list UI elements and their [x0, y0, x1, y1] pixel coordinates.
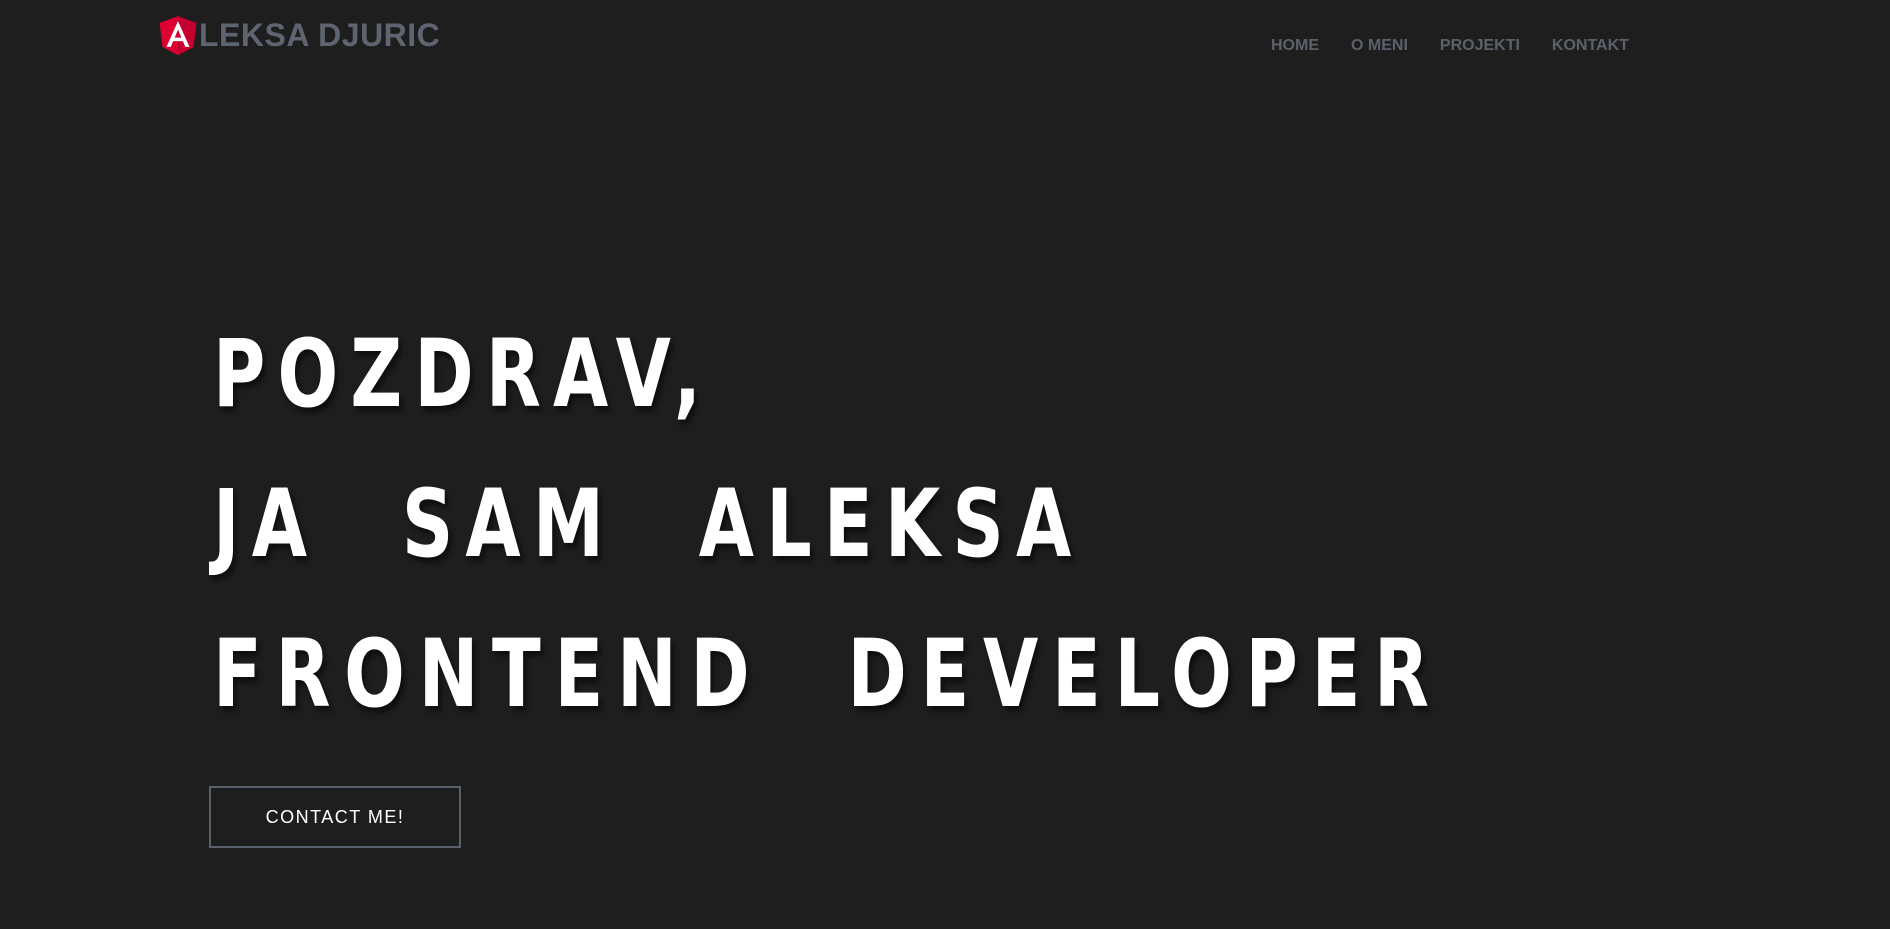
contact-me-button[interactable]: CONTACT ME!	[209, 786, 461, 848]
nav-kontakt[interactable]: KONTAKT	[1552, 35, 1629, 57]
hero-name-line: JA SAM ALEKSA	[213, 470, 1084, 579]
hero-greeting: POZDRAV,	[213, 320, 714, 429]
nav-projekti[interactable]: PROJEKTI	[1440, 35, 1520, 57]
nav-o-meni[interactable]: O MENI	[1351, 35, 1408, 57]
hero-section: POZDRAV, JA SAM ALEKSA FRONTEND DEVELOPE…	[213, 300, 1831, 750]
hero-role-line: FRONTEND DEVELOPER	[213, 620, 1443, 729]
angular-logo-icon	[159, 16, 197, 56]
nav-home[interactable]: HOME	[1271, 35, 1319, 57]
brand-name: LEKSA DJURIC	[199, 17, 441, 53]
navbar: LEKSA DJURIC HOME O MENI PROJEKTI KONTAK…	[0, 0, 1890, 80]
main-nav: HOME O MENI PROJEKTI KONTAKT	[1255, 35, 1645, 57]
brand-link[interactable]: LEKSA DJURIC	[158, 14, 440, 57]
